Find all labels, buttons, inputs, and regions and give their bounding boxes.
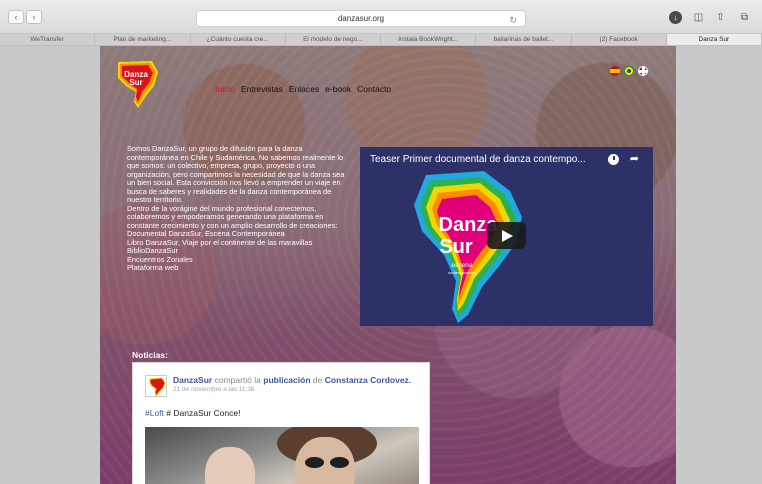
tab-plan-marketing[interactable]: Plan de marketing...: [95, 34, 191, 45]
tab-danza-sur[interactable]: Danza Sur: [666, 34, 762, 45]
nav-ebook[interactable]: e-book: [325, 84, 351, 94]
nav-contacto[interactable]: Contacto: [357, 84, 391, 94]
danzasur-logo[interactable]: Danza Sur: [112, 58, 160, 112]
hashtag-link[interactable]: #Loft: [145, 408, 164, 418]
post-byline: DanzaSur compartió la publicación de Con…: [173, 375, 412, 385]
chevron-left-icon: ‹: [14, 12, 18, 22]
play-button[interactable]: [487, 222, 526, 249]
map-text-escena: escena: [452, 262, 473, 269]
browser-toolbar: ‹ › danzasur.org ↻ ↓ ◫ ⇧ ⧉: [0, 0, 762, 34]
post-target-link[interactable]: Constanza Cordovez.: [325, 375, 411, 385]
tab-bar: WeTransfer Plan de marketing... ¿Cuánto …: [0, 34, 762, 46]
intro-item: Plataforma web: [127, 263, 179, 272]
post-photo[interactable]: [145, 427, 419, 484]
sidebar-icon[interactable]: ◫: [692, 11, 705, 24]
tab-wetransfer[interactable]: WeTransfer: [0, 34, 96, 45]
nav-inicio[interactable]: Inicio: [215, 84, 235, 94]
main-nav: Inicio Entrevistas Enlaces e-book Contac…: [215, 84, 391, 94]
video-embed[interactable]: Danza Sur escena contemporánea Teaser Pr…: [360, 147, 653, 326]
address-bar[interactable]: danzasur.org ↻: [196, 10, 526, 27]
post-author-link[interactable]: DanzaSur: [173, 375, 212, 385]
tab-modelo-negocio[interactable]: El modelo de nego...: [286, 34, 381, 45]
map-text-sur: Sur: [439, 236, 473, 258]
post-publication-link[interactable]: publicación: [263, 375, 310, 385]
intro-text: Somos DanzaSur, un grupo de difusión par…: [127, 144, 345, 273]
svg-text:Sur: Sur: [129, 78, 142, 87]
video-title[interactable]: Teaser Primer documental de danza contem…: [370, 154, 602, 165]
avatar[interactable]: [145, 375, 167, 397]
tab-cuanto-cuesta[interactable]: ¿Cuánto cuesta cre...: [191, 34, 286, 45]
news-title: Noticias:: [132, 350, 168, 360]
post-header: DanzaSur compartió la publicación de Con…: [145, 375, 411, 397]
tab-bookwright[interactable]: Instala BookWright...: [381, 34, 477, 45]
tab-facebook[interactable]: (2) Facebook: [572, 34, 667, 45]
reload-icon[interactable]: ↻: [509, 13, 517, 28]
nav-enlaces[interactable]: Enlaces: [289, 84, 319, 94]
tab-bailarinas[interactable]: bailarinas de ballet...: [476, 34, 572, 45]
post-timestamp[interactable]: 21 de noviembre a las 11:38: [173, 386, 411, 393]
uk-flag-icon[interactable]: [638, 66, 648, 76]
language-flags: [610, 66, 648, 76]
danzasur-avatar-icon: [149, 377, 166, 397]
nav-entrevistas[interactable]: Entrevistas: [241, 84, 283, 94]
downloads-icon[interactable]: ↓: [669, 11, 682, 24]
share-arrow-icon[interactable]: ➦: [630, 152, 639, 165]
back-button[interactable]: ‹: [8, 10, 24, 24]
page-viewport: Danza Sur Inicio Entrevistas Enlaces e-b…: [0, 46, 762, 484]
chevron-right-icon: ›: [32, 12, 36, 22]
brazil-flag-icon[interactable]: [624, 66, 634, 76]
watch-later-icon[interactable]: [608, 154, 619, 165]
sunglasses: [305, 457, 349, 468]
spain-flag-icon[interactable]: [610, 66, 620, 76]
share-icon[interactable]: ⇧: [714, 11, 727, 24]
forward-button[interactable]: ›: [26, 10, 42, 24]
intro-paragraph-2: Dentro de la vorágine del mundo profesio…: [127, 203, 338, 230]
facebook-post: DanzaSur compartió la publicación de Con…: [132, 362, 430, 484]
url-text: danzasur.org: [337, 14, 385, 23]
intro-paragraph-1: Somos DanzaSur, un grupo de difusión par…: [127, 144, 345, 204]
post-text: #Loft # DanzaSur Conce!: [145, 408, 241, 418]
site-container: Danza Sur Inicio Entrevistas Enlaces e-b…: [100, 46, 676, 484]
map-text-contemporanea: contemporánea: [448, 270, 477, 275]
tabs-overview-icon[interactable]: ⧉: [738, 11, 751, 24]
